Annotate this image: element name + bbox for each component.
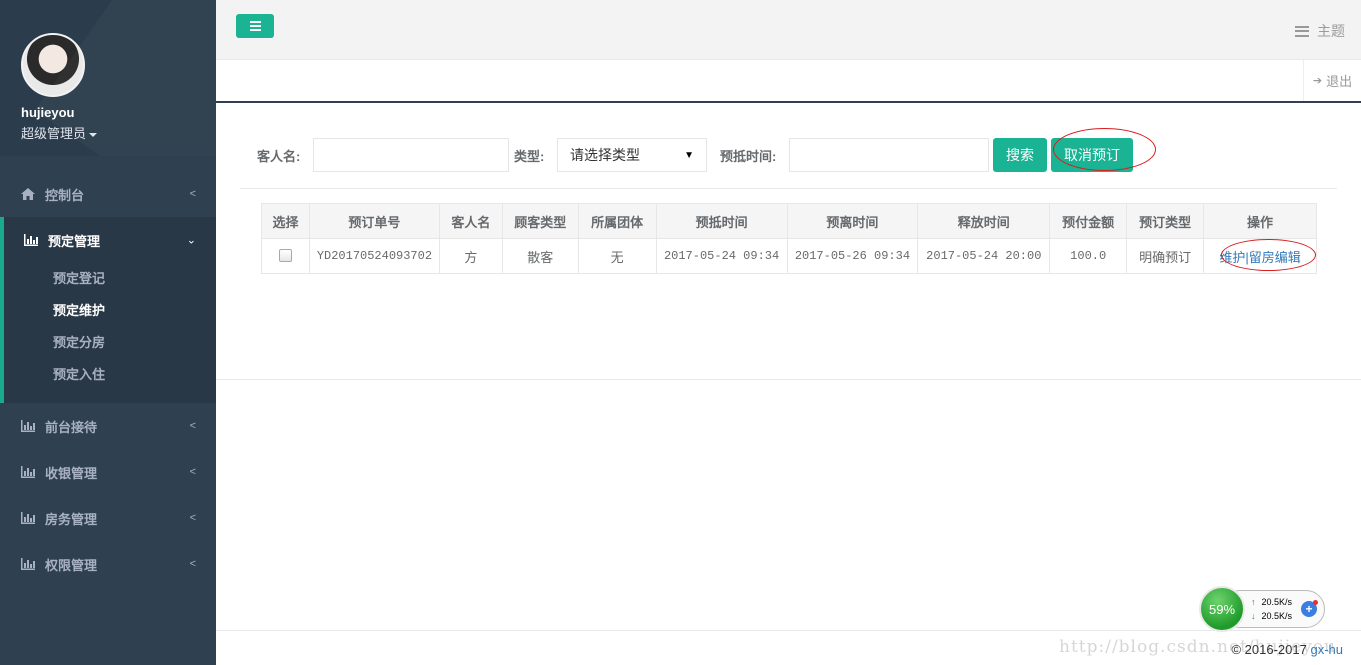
profile-role-dropdown[interactable]: 超级管理员 bbox=[21, 123, 216, 142]
sidebar-item-label: 前台接待 bbox=[45, 419, 98, 435]
actions-cell: 维护|留房编辑 bbox=[1203, 238, 1317, 274]
sidebar-item-booking[interactable]: 预定管理 ⌄ bbox=[4, 217, 216, 263]
column-header: 预订单号 bbox=[308, 203, 440, 239]
arrive-time-cell: 2017-05-24 09:34 bbox=[655, 238, 788, 274]
column-header: 客人名 bbox=[438, 203, 503, 239]
release-time-cell: 2017-05-24 20:00 bbox=[917, 238, 1051, 274]
column-header: 所属团体 bbox=[577, 203, 657, 239]
home-icon bbox=[21, 188, 35, 200]
guest-name-label: 客人名: bbox=[257, 149, 301, 164]
hamburger-icon bbox=[249, 21, 261, 23]
booking-type-cell: 明确预订 bbox=[1126, 238, 1205, 274]
bar-chart-icon bbox=[21, 558, 35, 570]
submenu-item-booking-assign-room[interactable]: 预定分房 bbox=[4, 327, 216, 359]
chevron-left-icon: < bbox=[189, 466, 196, 478]
group-cell: 无 bbox=[577, 238, 657, 274]
column-header: 预抵时间 bbox=[655, 203, 788, 239]
bar-chart-icon bbox=[21, 420, 35, 432]
booking-table: 选择 预订单号 客人名 顾客类型 所属团体 预抵时间 预离时间 释放时间 预付金… bbox=[261, 203, 1317, 274]
search-form: 客人名: 类型: 请选择类型 ▼ 预抵时间: 搜索 取消预订 bbox=[240, 137, 1337, 189]
logout-button[interactable]: ➔ 退出 bbox=[1303, 60, 1361, 101]
submenu-item-booking-checkin[interactable]: 预定入住 bbox=[4, 359, 216, 391]
list-icon bbox=[1295, 25, 1309, 37]
notification-dot bbox=[1313, 600, 1318, 605]
column-header: 选择 bbox=[261, 203, 310, 239]
sidebar-item-reception[interactable]: 前台接待 < bbox=[0, 403, 216, 449]
author-link[interactable]: gx-hu bbox=[1310, 642, 1343, 657]
footer: http://blog.csdn.net/hujieyou © 2016-201… bbox=[216, 630, 1361, 665]
sidebar-item-cashier[interactable]: 收银管理 < bbox=[0, 449, 216, 495]
type-select-value: 请选择类型 bbox=[570, 147, 640, 163]
arrow-down-icon: ↓ bbox=[1251, 611, 1256, 621]
booking-submenu: 预定登记 预定维护 预定分房 预定入住 bbox=[4, 263, 216, 403]
sidebar-group-booking: 预定管理 ⌄ 预定登记 预定维护 预定分房 预定入住 bbox=[0, 217, 216, 403]
chevron-down-icon: ⌄ bbox=[186, 234, 196, 247]
logout-label: 退出 bbox=[1326, 74, 1353, 89]
arrive-time-input[interactable] bbox=[789, 138, 989, 172]
type-label: 类型: bbox=[514, 149, 545, 164]
sidebar: hujieyou 超级管理员 控制台 < 预定管理 ⌄ 预定登记 预定维护 预定… bbox=[0, 0, 216, 665]
copyright: © 2016-2017 gx-hu bbox=[1231, 642, 1343, 657]
sidebar-item-label: 房务管理 bbox=[45, 511, 98, 527]
column-header: 顾客类型 bbox=[501, 203, 579, 239]
row-select-cell bbox=[261, 238, 310, 274]
arrive-time-label: 预抵时间: bbox=[720, 149, 777, 164]
sidebar-item-label: 收银管理 bbox=[45, 465, 98, 481]
chevron-left-icon: < bbox=[189, 420, 196, 432]
caret-down-icon: ▼ bbox=[684, 149, 694, 161]
bar-chart-icon bbox=[21, 512, 35, 524]
column-header: 预离时间 bbox=[786, 203, 919, 239]
bar-chart-icon bbox=[21, 466, 35, 478]
chevron-left-icon: < bbox=[189, 558, 196, 570]
column-header: 释放时间 bbox=[917, 203, 1051, 239]
submenu-item-booking-register[interactable]: 预定登记 bbox=[4, 263, 216, 295]
cancel-booking-button[interactable]: 取消预订 bbox=[1051, 138, 1133, 172]
hold-room-edit-link[interactable]: 留房编辑 bbox=[1249, 250, 1301, 265]
profile-username: hujieyou bbox=[21, 105, 75, 120]
column-header: 预付金额 bbox=[1049, 203, 1128, 239]
guest-name-input[interactable] bbox=[313, 138, 509, 172]
tab-bar: ➔ 退出 bbox=[216, 60, 1361, 103]
network-speed-widget[interactable]: 59% ↑ 20.5K/s ↓ 20.5K/s + bbox=[1199, 586, 1326, 632]
row-checkbox[interactable] bbox=[278, 249, 292, 263]
column-header: 预订类型 bbox=[1126, 203, 1205, 239]
sidebar-item-label: 权限管理 bbox=[45, 557, 98, 573]
theme-button[interactable]: 主题 bbox=[1295, 21, 1345, 41]
order-no-cell: YD20170524093702 bbox=[308, 238, 440, 274]
copyright-text: © 2016-2017 bbox=[1231, 642, 1311, 657]
leave-time-cell: 2017-05-26 09:34 bbox=[786, 238, 919, 274]
upload-speed: ↑ 20.5K/s bbox=[1251, 597, 1293, 607]
table-header-row: 选择 预订单号 客人名 顾客类型 所属团体 预抵时间 预离时间 释放时间 预付金… bbox=[261, 203, 1317, 239]
search-button[interactable]: 搜索 bbox=[993, 138, 1047, 172]
customer-type-cell: 散客 bbox=[501, 238, 579, 274]
sidebar-item-label: 控制台 bbox=[45, 187, 85, 203]
menu-toggle-button[interactable] bbox=[236, 14, 274, 38]
main-content: 客人名: 类型: 请选择类型 ▼ 预抵时间: 搜索 取消预订 选择 预订单号 客… bbox=[216, 103, 1361, 380]
download-speed: ↓ 20.5K/s bbox=[1251, 611, 1293, 621]
column-header: 操作 bbox=[1203, 203, 1317, 239]
top-navbar: 主题 bbox=[216, 0, 1361, 60]
chevron-left-icon: < bbox=[189, 512, 196, 524]
type-select[interactable]: 请选择类型 ▼ bbox=[557, 138, 707, 172]
avatar[interactable] bbox=[21, 33, 85, 97]
maintain-link[interactable]: 维护 bbox=[1219, 250, 1245, 265]
sign-out-icon: ➔ bbox=[1312, 75, 1323, 87]
sidebar-item-console[interactable]: 控制台 < bbox=[0, 171, 216, 217]
guest-cell: 方 bbox=[438, 238, 503, 274]
table-row: YD20170524093702 方 散客 无 2017-05-24 09:34… bbox=[261, 238, 1317, 274]
sidebar-item-permissions[interactable]: 权限管理 < bbox=[0, 541, 216, 587]
chevron-left-icon: < bbox=[189, 188, 196, 200]
theme-label: 主题 bbox=[1317, 23, 1345, 39]
arrow-up-icon: ↑ bbox=[1251, 597, 1256, 607]
profile-role: 超级管理员 bbox=[21, 126, 87, 141]
sidebar-item-housekeeping[interactable]: 房务管理 < bbox=[0, 495, 216, 541]
usage-ball[interactable]: 59% bbox=[1199, 586, 1245, 632]
submenu-item-booking-maintain[interactable]: 预定维护 bbox=[4, 295, 216, 327]
caret-down-icon bbox=[89, 132, 98, 137]
profile-panel: hujieyou 超级管理员 bbox=[0, 0, 216, 156]
prepay-cell: 100.0 bbox=[1049, 238, 1128, 274]
sidebar-item-label: 预定管理 bbox=[48, 233, 101, 249]
bar-chart-icon bbox=[24, 234, 38, 246]
